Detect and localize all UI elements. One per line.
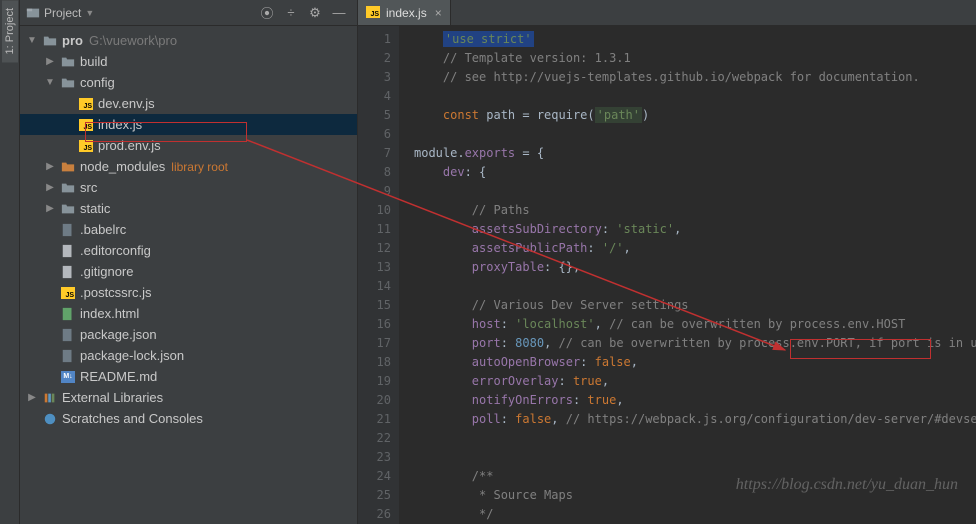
editor-tab-bar: JS index.js ×: [358, 0, 976, 26]
project-tree[interactable]: ▼ pro G:\vuework\pro ▶ build ▼ config JS…: [20, 26, 357, 524]
gear-icon[interactable]: ⚙: [307, 5, 323, 21]
chevron-down-icon: ▼: [26, 35, 38, 46]
tree-folder-build[interactable]: ▶ build: [20, 51, 357, 72]
hide-icon[interactable]: —: [331, 5, 347, 21]
chevron-down-icon: ▼: [44, 77, 56, 88]
left-sidebar: 1: Project: [0, 0, 20, 524]
tree-file-prod-env[interactable]: JS prod.env.js: [20, 135, 357, 156]
tree-file-index-html[interactable]: index.html: [20, 303, 357, 324]
html-icon: [60, 306, 76, 322]
tree-file-index-js[interactable]: JS index.js: [20, 114, 357, 135]
tree-root[interactable]: ▼ pro G:\vuework\pro: [20, 30, 357, 51]
project-panel: Project ▼ ⦿ ÷ ⚙ — ▼ pro G:\vuework\pro ▶…: [20, 0, 358, 524]
json-icon: [60, 348, 76, 364]
tree-folder-static[interactable]: ▶ static: [20, 198, 357, 219]
folder-icon: [60, 159, 76, 175]
tree-scratches[interactable]: Scratches and Consoles: [20, 408, 357, 429]
folder-icon: [60, 75, 76, 91]
json-icon: [60, 327, 76, 343]
chevron-right-icon: ▶: [44, 56, 56, 67]
code-area[interactable]: 'use strict' // Template version: 1.3.1 …: [400, 26, 976, 524]
line-gutter: 1234567891011121314151617181920212223242…: [358, 26, 400, 524]
panel-title: Project: [44, 6, 81, 20]
close-icon[interactable]: ×: [435, 6, 442, 20]
project-icon: [26, 6, 40, 20]
js-icon: JS: [78, 138, 94, 154]
chevron-right-icon: ▶: [26, 392, 38, 403]
tree-file-gitignore[interactable]: .gitignore: [20, 261, 357, 282]
js-icon: JS: [78, 117, 94, 133]
library-icon: [42, 390, 58, 406]
file-icon: [60, 264, 76, 280]
project-panel-header: Project ▼ ⦿ ÷ ⚙ —: [20, 0, 357, 26]
scratches-icon: [42, 411, 58, 427]
file-icon: [60, 243, 76, 259]
tree-external-libraries[interactable]: ▶ External Libraries: [20, 387, 357, 408]
folder-icon: [60, 180, 76, 196]
tree-file-readme[interactable]: M↓ README.md: [20, 366, 357, 387]
tree-file-editorconfig[interactable]: .editorconfig: [20, 240, 357, 261]
tree-file-dev-env[interactable]: JS dev.env.js: [20, 93, 357, 114]
chevron-right-icon: ▶: [44, 203, 56, 214]
json-icon: [60, 222, 76, 238]
tree-file-babelrc[interactable]: .babelrc: [20, 219, 357, 240]
tree-folder-src[interactable]: ▶ src: [20, 177, 357, 198]
tree-folder-node-modules[interactable]: ▶ node_modules library root: [20, 156, 357, 177]
project-tool-tab[interactable]: 1: Project: [2, 0, 18, 62]
editor-tab-index-js[interactable]: JS index.js ×: [358, 0, 451, 25]
markdown-icon: M↓: [60, 369, 76, 385]
root-name: pro: [62, 33, 83, 48]
tree-file-postcssrc[interactable]: JS .postcssrc.js: [20, 282, 357, 303]
root-path: G:\vuework\pro: [89, 33, 177, 48]
js-icon: JS: [60, 285, 76, 301]
js-icon: JS: [78, 96, 94, 112]
chevron-right-icon: ▶: [44, 161, 56, 172]
locate-icon[interactable]: ⦿: [259, 5, 275, 21]
tree-file-package-lock[interactable]: package-lock.json: [20, 345, 357, 366]
editor-body[interactable]: 1234567891011121314151617181920212223242…: [358, 26, 976, 524]
tree-folder-config[interactable]: ▼ config: [20, 72, 357, 93]
folder-icon: [60, 201, 76, 217]
folder-icon: [60, 54, 76, 70]
chevron-down-icon[interactable]: ▼: [85, 8, 94, 18]
editor-panel: JS index.js × 12345678910111213141516171…: [358, 0, 976, 524]
collapse-icon[interactable]: ÷: [283, 5, 299, 21]
folder-icon: [42, 33, 58, 49]
chevron-right-icon: ▶: [44, 182, 56, 193]
js-icon: JS: [366, 6, 380, 20]
watermark: https://blog.csdn.net/yu_duan_hun: [736, 476, 958, 494]
tree-file-package-json[interactable]: package.json: [20, 324, 357, 345]
